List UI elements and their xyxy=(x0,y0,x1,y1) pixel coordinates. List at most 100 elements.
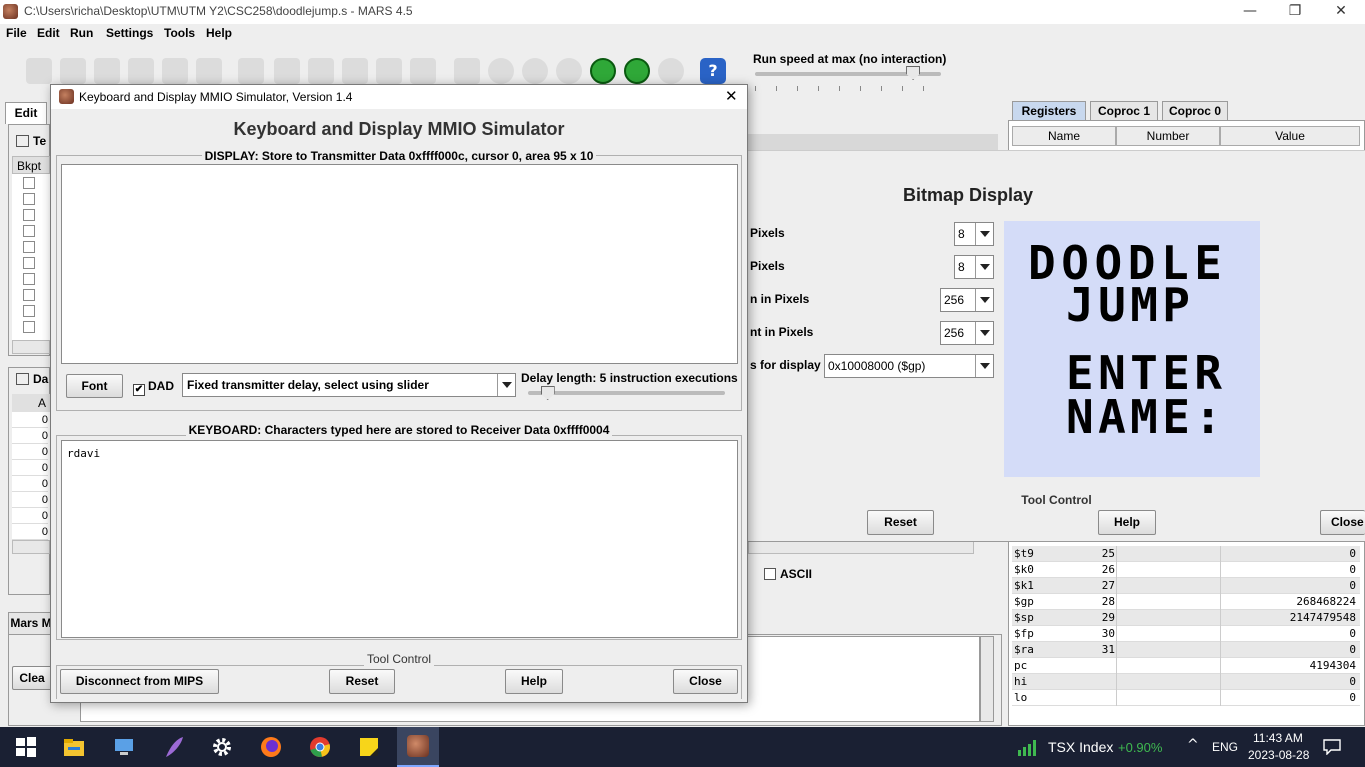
bitmap-setting-select[interactable]: 256 xyxy=(940,321,994,345)
breakpoint-checkbox[interactable] xyxy=(23,225,35,237)
print-icon[interactable] xyxy=(196,58,222,84)
tab-edit[interactable]: Edit xyxy=(5,102,47,124)
pause-icon[interactable] xyxy=(590,58,616,84)
file-explorer-icon[interactable] xyxy=(62,735,86,759)
stop-icon[interactable] xyxy=(624,58,650,84)
tab-registers[interactable]: Registers xyxy=(1012,101,1086,121)
data-h-scrollbar[interactable] xyxy=(12,540,50,554)
data-segment-tab[interactable]: Da xyxy=(16,372,48,386)
tab-mars-messages[interactable]: Mars M xyxy=(8,612,54,634)
bitmap-close-button[interactable]: Close xyxy=(1320,510,1365,535)
help-icon[interactable]: ? xyxy=(700,58,726,84)
clock-time[interactable]: 11:43 AM xyxy=(1253,731,1303,745)
h-scrollbar[interactable] xyxy=(12,340,50,354)
open-file-icon[interactable] xyxy=(60,58,86,84)
step-icon[interactable] xyxy=(522,58,548,84)
menu-help[interactable]: Help xyxy=(206,26,232,40)
settings-gear-icon[interactable] xyxy=(210,735,234,759)
save-all-icon[interactable] xyxy=(128,58,154,84)
menu-file[interactable]: File xyxy=(6,26,27,40)
bitmap-line-4: NAME: xyxy=(1066,390,1222,444)
tab-coproc-0[interactable]: Coproc 0 xyxy=(1162,101,1228,121)
breakpoint-checkbox[interactable] xyxy=(23,305,35,317)
minimize-button[interactable]: — xyxy=(1227,0,1273,24)
breakpoint-checkbox[interactable] xyxy=(23,177,35,189)
close-window-button[interactable]: ✕ xyxy=(1318,0,1364,24)
bitmap-setting-select[interactable]: 8 xyxy=(954,222,994,246)
tab-coproc-1[interactable]: Coproc 1 xyxy=(1090,101,1158,121)
redo-icon[interactable] xyxy=(274,58,300,84)
bitmap-setting-select[interactable]: 0x10008000 ($gp) xyxy=(824,354,994,378)
chevron-down-icon[interactable] xyxy=(975,289,993,311)
breakpoint-checkbox[interactable] xyxy=(23,257,35,269)
chevron-down-icon[interactable] xyxy=(975,322,993,344)
chrome-icon[interactable] xyxy=(308,735,332,759)
register-header-value[interactable]: Value xyxy=(1220,126,1360,146)
chevron-down-icon[interactable] xyxy=(975,256,993,278)
mmio-close-x-button[interactable]: ✕ xyxy=(725,87,738,105)
restore-button[interactable]: ❐ xyxy=(1272,0,1318,24)
bitmap-help-button[interactable]: Help xyxy=(1098,510,1156,535)
copy-icon[interactable] xyxy=(342,58,368,84)
messages-scrollbar[interactable] xyxy=(980,636,994,722)
run-icon[interactable] xyxy=(488,58,514,84)
disconnect-button[interactable]: Disconnect from MIPS xyxy=(60,669,219,694)
cut-icon[interactable] xyxy=(308,58,334,84)
ascii-checkbox[interactable]: ASCII xyxy=(764,567,812,581)
find-replace-icon[interactable] xyxy=(410,58,436,84)
mmio-reset-button[interactable]: Reset xyxy=(329,669,395,694)
undo-icon[interactable] xyxy=(238,58,264,84)
breakpoint-checkbox[interactable] xyxy=(23,289,35,301)
bitmap-setting-select[interactable]: 256 xyxy=(940,288,994,312)
assemble-icon[interactable] xyxy=(454,58,480,84)
dad-checkbox[interactable]: ✔ DAD xyxy=(133,379,174,396)
keyboard-input[interactable]: rdavi xyxy=(61,440,738,638)
firefox-icon[interactable] xyxy=(259,735,283,759)
backstep-icon[interactable] xyxy=(556,58,582,84)
new-file-icon[interactable] xyxy=(26,58,52,84)
save-file-icon[interactable] xyxy=(94,58,120,84)
delay-slider-track[interactable] xyxy=(528,391,725,395)
dad-checkbox-box[interactable]: ✔ xyxy=(133,384,145,396)
chevron-down-icon[interactable] xyxy=(975,355,993,377)
ascii-checkbox-box[interactable] xyxy=(764,568,776,580)
chevron-down-icon[interactable] xyxy=(497,374,515,396)
text-segment-tab[interactable]: Te xyxy=(16,134,46,148)
bitmap-setting-select[interactable]: 8 xyxy=(954,255,994,279)
clear-button[interactable]: Clea xyxy=(12,666,52,690)
register-row: $t9 25 0 xyxy=(1012,546,1360,562)
chevron-down-icon[interactable] xyxy=(975,223,993,245)
breakpoint-checkbox[interactable] xyxy=(23,273,35,285)
menu-settings[interactable]: Settings xyxy=(106,26,153,40)
feather-icon[interactable] xyxy=(162,735,186,759)
mid-h-scrollbar[interactable] xyxy=(748,540,974,554)
register-name: $k0 xyxy=(1014,563,1034,576)
bitmap-reset-button[interactable]: Reset xyxy=(867,510,934,535)
breakpoint-checkbox[interactable] xyxy=(23,241,35,253)
register-header-number[interactable]: Number xyxy=(1116,126,1220,146)
mars-taskbar-button[interactable] xyxy=(397,727,439,767)
computer-icon[interactable] xyxy=(112,735,136,759)
font-button[interactable]: Font xyxy=(66,374,123,398)
windows-start-icon[interactable] xyxy=(14,735,38,759)
reset-icon[interactable] xyxy=(658,58,684,84)
clock-date[interactable]: 2023-08-28 xyxy=(1248,748,1309,762)
dump-memory-icon[interactable] xyxy=(162,58,188,84)
breakpoint-checkbox[interactable] xyxy=(23,193,35,205)
mmio-help-button[interactable]: Help xyxy=(505,669,563,694)
menu-edit[interactable]: Edit xyxy=(37,26,60,40)
sticky-notes-icon[interactable] xyxy=(357,735,381,759)
breakpoint-checkbox[interactable] xyxy=(23,321,35,333)
menu-tools[interactable]: Tools xyxy=(164,26,195,40)
language-indicator[interactable]: ENG xyxy=(1212,740,1238,754)
delay-mode-select[interactable]: Fixed transmitter delay, select using sl… xyxy=(182,373,516,397)
chevron-up-icon[interactable]: ^ xyxy=(1187,737,1199,753)
mmio-close-button[interactable]: Close xyxy=(673,669,738,694)
register-header-name[interactable]: Name xyxy=(1012,126,1116,146)
breakpoint-checkbox[interactable] xyxy=(23,209,35,221)
paste-icon[interactable] xyxy=(376,58,402,84)
notifications-icon[interactable] xyxy=(1323,739,1341,755)
stock-name[interactable]: TSX Index xyxy=(1048,739,1113,755)
menu-run[interactable]: Run xyxy=(70,26,93,40)
mmio-tool-control-label: Tool Control xyxy=(51,652,747,666)
